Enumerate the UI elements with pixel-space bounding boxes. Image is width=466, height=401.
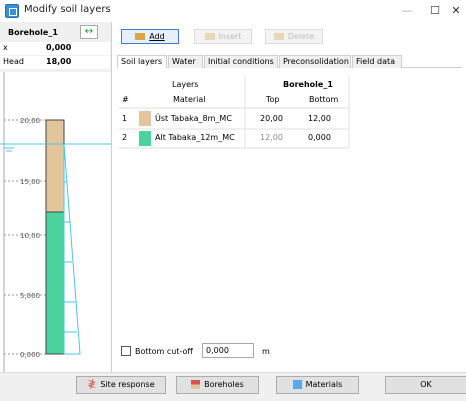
- ok-button[interactable]: OK: [385, 376, 466, 394]
- materials-button[interactable]: Materials: [276, 376, 359, 394]
- add-button-label: Add: [149, 32, 165, 41]
- delete-layer-icon: [273, 33, 284, 40]
- row-1-material[interactable]: Üst Tabaka_8m_MC: [155, 114, 232, 123]
- borehole-profile-svg: 20,00 15,00 10,00 5,000 0,000: [0, 72, 111, 372]
- row-1-num: 1: [122, 114, 128, 123]
- materials-label: Materials: [305, 380, 343, 389]
- app-icon: [5, 4, 19, 18]
- row-2-color-swatch: [139, 131, 151, 146]
- axis-tick-15: 15,00: [20, 178, 40, 186]
- delete-button-label: Delete: [287, 32, 315, 41]
- insert-button[interactable]: Insert: [194, 29, 252, 44]
- close-button[interactable]: ✕: [442, 2, 466, 20]
- bottom-cutoff-label: Bottom cut-off: [135, 347, 193, 356]
- tab-initial-conditions[interactable]: Initial conditions: [204, 55, 278, 68]
- row-2-bottom[interactable]: 0,000: [308, 133, 331, 142]
- delete-button[interactable]: Delete: [265, 29, 323, 44]
- row-2-num: 2: [122, 133, 128, 142]
- boreholes-button[interactable]: Boreholes: [176, 376, 259, 394]
- row-2-top: 12,00: [260, 133, 283, 142]
- insert-layer-icon: [204, 33, 215, 40]
- materials-icon: [292, 380, 302, 389]
- axis-tick-5: 5,000: [20, 292, 40, 300]
- head-row: Head 18,00: [0, 56, 110, 69]
- row-1-color-swatch: [139, 111, 151, 126]
- tab-soil-layers[interactable]: Soil layers: [117, 55, 167, 69]
- header-bottom: Bottom: [309, 95, 339, 104]
- bottom-cutoff-checkbox[interactable]: [121, 346, 131, 356]
- boreholes-label: Boreholes: [204, 380, 244, 389]
- soil-layers-table: Layers Borehole_1 # Material Top Bottom …: [117, 68, 462, 338]
- tab-preconsolidation[interactable]: Preconsolidation: [279, 55, 351, 68]
- axis-tick-0: 0,000: [20, 351, 40, 359]
- header-top: Top: [266, 95, 280, 104]
- insert-button-label: Insert: [218, 32, 242, 41]
- head-value[interactable]: 18,00: [46, 57, 71, 66]
- x-coordinate-row: x 0,000: [0, 42, 110, 55]
- window-title: Modify soil layers: [24, 4, 111, 15]
- tab-field-data[interactable]: Field data: [352, 55, 402, 68]
- borehole-profile: 20,00 15,00 10,00 5,000 0,000: [0, 72, 111, 372]
- bottom-cutoff-unit: m: [262, 347, 270, 356]
- minimize-button[interactable]: —: [393, 2, 421, 20]
- header-material: Material: [173, 95, 206, 104]
- axis-tick-10: 10,00: [20, 232, 40, 240]
- row-2-material[interactable]: Alt Tabaka_12m_MC: [155, 133, 235, 142]
- axis-tick-20: 20,00: [20, 117, 40, 125]
- row-1-top[interactable]: 20,00: [260, 114, 283, 123]
- pore-pressure-diagram: [63, 143, 81, 355]
- header-borehole: Borehole_1: [283, 80, 333, 89]
- bottom-cutoff-input[interactable]: 0,000: [202, 343, 254, 358]
- x-value[interactable]: 0,000: [46, 43, 71, 52]
- add-button[interactable]: Add: [121, 29, 179, 44]
- borehole-name: Borehole_1: [4, 25, 62, 40]
- add-layer-icon: [135, 33, 146, 40]
- header-num: #: [122, 95, 129, 104]
- head-label: Head: [3, 57, 24, 66]
- layer-2-block[interactable]: [45, 211, 65, 355]
- site-response-button[interactable]: ≹ Site response: [76, 376, 166, 394]
- x-label: x: [3, 43, 8, 52]
- row-1-bottom[interactable]: 12,00: [308, 114, 331, 123]
- layer-1-block[interactable]: [45, 119, 65, 213]
- tab-water[interactable]: Water: [168, 55, 203, 68]
- header-layers: Layers: [172, 80, 199, 89]
- site-response-label: Site response: [100, 380, 155, 389]
- boreholes-icon: [191, 380, 201, 389]
- swap-arrows-icon[interactable]: ↔: [80, 25, 98, 39]
- site-response-icon: ≹: [87, 379, 97, 390]
- tab-bar: Soil layers Water Initial conditions Pre…: [117, 55, 462, 69]
